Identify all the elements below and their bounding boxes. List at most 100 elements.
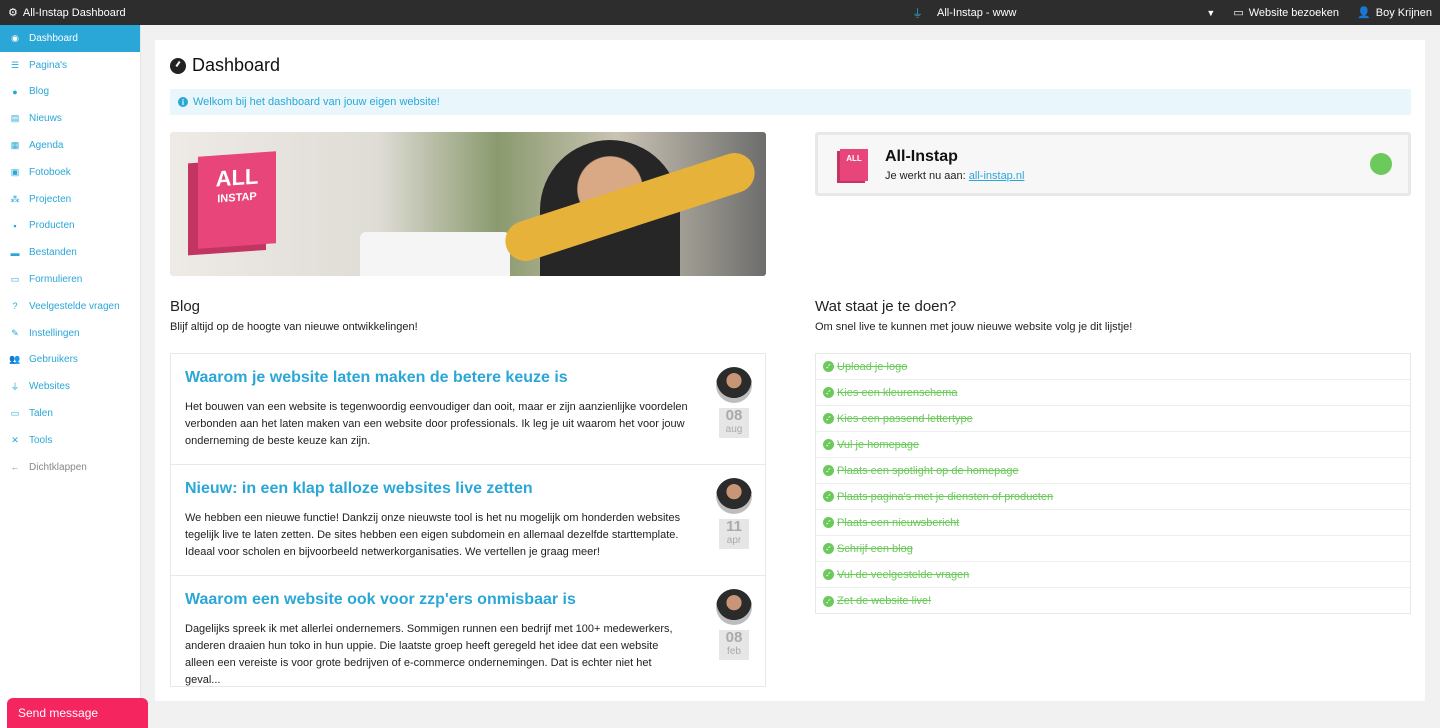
sidebar-item-projecten[interactable]: ⁂ Projecten: [0, 186, 140, 213]
hero-banner-image: ALL INSTAP: [170, 132, 766, 276]
status-indicator: [1370, 153, 1392, 175]
post-date-badge: 08 aug: [719, 408, 749, 438]
todo-item[interactable]: ✓ Zet de website live!: [816, 588, 1410, 614]
sidebar-item-label: Blog: [29, 86, 50, 98]
blog-post-excerpt: Dagelijks spreek ik met allerlei onderne…: [185, 623, 673, 686]
todo-item[interactable]: ✓ Upload je logo: [816, 354, 1410, 380]
sidebar-item-label: Instellingen: [29, 327, 80, 339]
blog-post-excerpt: Het bouwen van een website is tegenwoord…: [185, 401, 688, 447]
check-circle-icon: ✓: [823, 517, 834, 528]
tools-icon: ✕: [11, 434, 19, 445]
top-bar: ⚙ All-Instap Dashboard ⏚ All-Instap - ww…: [0, 0, 1440, 25]
sidebar-item-producten[interactable]: ▪ Producten: [0, 213, 140, 240]
todo-item[interactable]: ✓ Kies een kleurenschema: [816, 380, 1410, 406]
user-menu[interactable]: 👤 Boy Krijnen: [1357, 6, 1432, 20]
sidebar-item-blog[interactable]: ● Blog: [0, 79, 140, 106]
sidebar-item-websites[interactable]: ⏚ Websites: [0, 373, 140, 400]
blog-post-excerpt: We hebben een nieuwe functie! Dankzij on…: [185, 512, 681, 558]
todo-item[interactable]: ✓ Plaats een nieuwsbericht: [816, 510, 1410, 536]
sidebar-item-label: Nieuws: [29, 113, 62, 125]
visit-website-link[interactable]: ▭ Website bezoeken: [1233, 6, 1340, 20]
sidebar-item-veelgestelde-vragen[interactable]: ? Veelgestelde vragen: [0, 293, 140, 320]
sidebar-item-gebruikers[interactable]: 👥 Gebruikers: [0, 347, 140, 374]
cubes-icon: ▪: [13, 220, 17, 231]
sidebar-item-agenda[interactable]: ▦ Agenda: [0, 132, 140, 159]
check-circle-icon: ✓: [823, 387, 834, 398]
monitor-icon: ▭: [1233, 7, 1244, 19]
todo-item[interactable]: ✓ Plaats pagina's met je diensten of prod…: [816, 484, 1410, 510]
sidebar-item-label: Fotoboek: [29, 166, 71, 178]
sidebar-item-label: Pagina's: [29, 59, 68, 71]
check-circle-icon: ✓: [823, 595, 834, 607]
newspaper-icon: ▤: [10, 113, 20, 124]
info-icon: i: [178, 97, 188, 107]
check-circle-icon: ✓: [823, 491, 834, 502]
folder-icon: ▬: [10, 247, 20, 258]
sidebar-item-talen[interactable]: ▭ Talen: [0, 400, 140, 427]
globe-icon: ●: [12, 86, 18, 97]
welcome-text: Welkom bij het dashboard van jouw eigen …: [193, 96, 440, 108]
sidebar-item-paginas[interactable]: ☰ Pagina's: [0, 52, 140, 79]
site-name: All-Instap - www: [937, 6, 1017, 19]
todo-item[interactable]: ✓ Schrijf een blog: [816, 536, 1410, 562]
list-item: Waarom een website ook voor zzp'ers onmi…: [171, 576, 765, 687]
site-name: All-Instap: [885, 148, 958, 165]
sidebar-item-nieuws[interactable]: ▤ Nieuws: [0, 105, 140, 132]
sidebar-item-formulieren[interactable]: ▭ Formulieren: [0, 266, 140, 293]
send-message-button[interactable]: Send message: [7, 698, 148, 728]
form-icon: ▭: [10, 274, 20, 285]
blog-post-title-link[interactable]: Waarom een website ook voor zzp'ers onmi…: [185, 591, 576, 609]
site-switcher[interactable]: ⏚ All-Instap - www: [912, 0, 1016, 25]
sidebar-item-label: Agenda: [29, 140, 64, 152]
avatar: [716, 478, 752, 514]
app-title: All-Instap Dashboard: [22, 6, 126, 19]
check-circle-icon: ✓: [823, 543, 834, 554]
sidebar-item-label: Producten: [29, 220, 75, 232]
image-icon: ▣: [10, 166, 20, 177]
blog-post-title-link[interactable]: Nieuw: in een klap talloze websites live…: [185, 480, 533, 498]
todo-item[interactable]: ✓ Vul de veelgestelde vragen: [816, 562, 1410, 588]
sidebar-item-label: Formulieren: [29, 274, 83, 286]
todo-section-title: Wat staat je te doen?: [815, 298, 957, 315]
avatar: [716, 367, 752, 403]
sidebar-item-label: Dichtklappen: [29, 461, 87, 473]
todo-item[interactable]: ✓ Vul je homepage: [816, 432, 1410, 458]
todo-section-subtitle: Om snel live te kunnen met jouw nieuwe w…: [815, 321, 1133, 333]
question-icon: ?: [12, 301, 18, 312]
sidebar: ◉ Dashboard ☰ Pagina's ● Blog ▤ Nieuws ▦ Agen…: [0, 25, 141, 728]
sidebar-item-label: Dashboard: [29, 32, 78, 44]
user-name: Boy Krijnen: [1375, 6, 1432, 19]
dashboard-icon: ◉: [11, 32, 19, 43]
sidebar-item-label: Bestanden: [29, 247, 77, 259]
chevron-down-icon[interactable]: ▼: [1206, 8, 1215, 18]
plug-icon: ⏚: [912, 7, 923, 20]
plug-icon: ⏚: [10, 382, 20, 393]
list-item: Waarom je website laten maken de betere …: [171, 354, 765, 465]
sidebar-item-label: Veelgestelde vragen: [29, 300, 120, 312]
sidebar-item-fotoboek[interactable]: ▣ Fotoboek: [0, 159, 140, 186]
users-icon: 👥: [9, 354, 21, 365]
sidebar-item-tools[interactable]: ✕ Tools: [0, 427, 140, 454]
sidebar-item-label: Tools: [29, 434, 53, 446]
sidebar-item-bestanden[interactable]: ▬ Bestanden: [0, 239, 140, 266]
post-date-badge: 08 feb: [719, 630, 749, 660]
page-title-text: Dashboard: [192, 55, 281, 75]
site-card: ALL All-Instap Je werkt nu aan: all-inst…: [815, 132, 1411, 196]
avatar: [716, 589, 752, 625]
post-date-badge: 11 apr: [719, 519, 749, 549]
sidebar-item-label: Talen: [29, 408, 53, 420]
todo-item[interactable]: ✓ Plaats een spotlight op de homepage: [816, 458, 1410, 484]
visit-website-label: Website bezoeken: [1248, 6, 1340, 19]
blog-post-title-link[interactable]: Waarom je website laten maken de betere …: [185, 369, 568, 387]
todo-item[interactable]: ✓ Kies een passend lettertype: [816, 406, 1410, 432]
sidebar-item-dichtklappen[interactable]: ← Dichtklappen: [0, 454, 140, 481]
blog-section-subtitle: Blijf altijd op de hoogte van nieuwe ont…: [170, 321, 418, 333]
sidebar-item-instellingen[interactable]: ✎ Instellingen: [0, 320, 140, 347]
arrow-left-icon: ←: [10, 462, 20, 473]
app-brand[interactable]: ⚙ All-Instap Dashboard: [8, 0, 126, 25]
site-domain-link[interactable]: all-instap.nl: [969, 170, 1025, 182]
blog-section-title: Blog: [170, 298, 201, 315]
main-panel: Dashboard i Welkom bij het dashboard van…: [155, 40, 1425, 701]
sidebar-item-label: Websites: [29, 381, 70, 393]
sidebar-item-dashboard[interactable]: ◉ Dashboard: [0, 25, 140, 52]
